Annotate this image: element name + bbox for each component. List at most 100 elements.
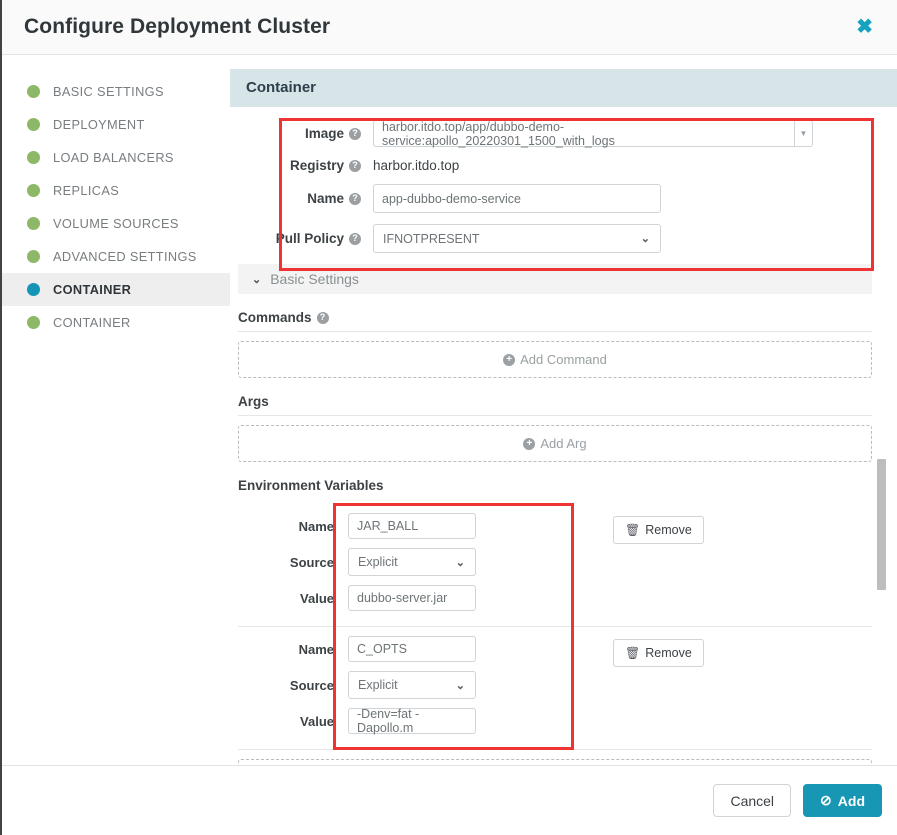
chevron-down-icon: ⌄: [455, 556, 465, 569]
env-name-input[interactable]: JAR_BALL: [348, 513, 476, 539]
status-dot-icon: [27, 316, 40, 329]
env-value-row: Value dubbo-server.jar: [238, 585, 568, 611]
status-dot-icon: [27, 85, 40, 98]
image-settings-group: Image ? harbor.itdo.top/app/dubbo-demo-s…: [238, 107, 872, 253]
add-env-var-button[interactable]: [238, 759, 872, 765]
status-dot-icon: [27, 118, 40, 131]
env-name-label: Name: [298, 518, 334, 534]
status-dot-icon: [27, 250, 40, 263]
registry-row: Registry ? harbor.itdo.top: [238, 158, 872, 173]
close-icon[interactable]: ✖: [850, 15, 879, 39]
plus-icon: +: [503, 353, 516, 366]
env-name-label: Name: [298, 641, 334, 657]
env-source-row: Source Explicit ⌄: [238, 548, 568, 576]
env-value-label: Value: [300, 713, 334, 729]
pull-policy-select[interactable]: IFNOTPRESENT ⌄: [373, 224, 661, 253]
remove-env-var-button[interactable]: 🗑 Remove: [613, 516, 704, 544]
configure-deployment-cluster-dialog: Configure Deployment Cluster ✖ BASIC SET…: [0, 0, 897, 835]
pull-policy-label: Pull Policy ?: [238, 231, 373, 246]
image-input-group: harbor.itdo.top/app/dubbo-demo-service:a…: [373, 120, 813, 148]
add-button[interactable]: ⊘ Add: [803, 784, 882, 817]
content-scrollbar-track[interactable]: [877, 55, 886, 765]
add-arg-button[interactable]: + Add Arg: [238, 425, 872, 462]
env-var-fields: Name C_OPTS Source Explicit ⌄ Value -Den…: [238, 636, 568, 743]
env-name-input[interactable]: C_OPTS: [348, 636, 476, 662]
pull-policy-row: Pull Policy ? IFNOTPRESENT ⌄: [238, 224, 872, 253]
chevron-down-icon: ⌄: [640, 233, 650, 245]
trash-icon: 🗑: [625, 523, 641, 537]
sidebar-item-container-active[interactable]: CONTAINER: [2, 273, 230, 306]
env-source-label: Source: [289, 554, 334, 570]
registry-value: harbor.itdo.top: [373, 158, 460, 173]
env-value-input[interactable]: dubbo-server.jar: [348, 585, 476, 611]
dialog-body: BASIC SETTINGS DEPLOYMENT LOAD BALANCERS…: [2, 55, 897, 765]
args-heading: Args: [238, 378, 872, 416]
cancel-button[interactable]: Cancel: [713, 784, 792, 817]
env-source-value: Explicit: [358, 555, 398, 569]
sidebar-item-replicas[interactable]: REPLICAS: [2, 174, 230, 207]
sidebar-item-label: REPLICAS: [53, 183, 120, 198]
panel-content: Image ? harbor.itdo.top/app/dubbo-demo-s…: [230, 107, 897, 765]
container-panel: Container Image ? harbor.itdo.top/app/du…: [230, 55, 897, 765]
sidebar-item-label: CONTAINER: [53, 282, 132, 297]
env-source-row: Source Explicit ⌄: [238, 671, 568, 699]
basic-settings-label: Basic Settings: [270, 271, 359, 287]
remove-env-var-button[interactable]: 🗑 Remove: [613, 639, 704, 667]
sidebar-item-label: VOLUME SOURCES: [53, 216, 179, 231]
sidebar-item-label: LOAD BALANCERS: [53, 150, 174, 165]
chevron-down-icon: ⌄: [455, 679, 465, 692]
sidebar: BASIC SETTINGS DEPLOYMENT LOAD BALANCERS…: [2, 55, 230, 765]
env-name-row: Name JAR_BALL: [238, 513, 568, 539]
sidebar-item-basic-settings[interactable]: BASIC SETTINGS: [2, 75, 230, 108]
add-command-button[interactable]: + Add Command: [238, 341, 872, 378]
chevron-down-icon[interactable]: ▼: [794, 120, 813, 147]
status-dot-icon: [27, 151, 40, 164]
chevron-down-icon: ⌄: [252, 273, 262, 286]
name-row: Name ? app-dubbo-demo-service: [238, 184, 872, 213]
env-source-select[interactable]: Explicit ⌄: [348, 671, 476, 699]
plus-icon: +: [523, 437, 536, 450]
env-source-select[interactable]: Explicit ⌄: [348, 548, 476, 576]
env-name-row: Name C_OPTS: [238, 636, 568, 662]
help-icon[interactable]: ?: [349, 159, 361, 172]
status-dot-icon: [27, 217, 40, 230]
content-scrollbar-thumb[interactable]: [877, 459, 886, 590]
env-source-label: Source: [289, 677, 334, 693]
image-row: Image ? harbor.itdo.top/app/dubbo-demo-s…: [238, 120, 872, 148]
help-icon[interactable]: ?: [316, 311, 329, 324]
status-dot-icon: [27, 283, 40, 296]
env-var-row: Name C_OPTS Source Explicit ⌄ Value -Den…: [238, 627, 872, 750]
add-command-label: Add Command: [520, 352, 607, 367]
dialog-footer: Cancel ⊘ Add: [2, 765, 897, 835]
help-icon[interactable]: ?: [349, 127, 361, 140]
status-dot-icon: [27, 184, 40, 197]
sidebar-item-deployment[interactable]: DEPLOYMENT: [2, 108, 230, 141]
env-value-row: Value -Denv=fat -Dapollo.m: [238, 707, 568, 735]
sidebar-item-load-balancers[interactable]: LOAD BALANCERS: [2, 141, 230, 174]
env-value-label: Value: [300, 590, 334, 606]
image-input[interactable]: harbor.itdo.top/app/dubbo-demo-service:a…: [373, 120, 794, 148]
pull-policy-value: IFNOTPRESENT: [383, 231, 480, 246]
sidebar-item-container-2[interactable]: CONTAINER: [2, 306, 230, 339]
check-circle-icon: ⊘: [820, 792, 832, 808]
env-var-row: Name JAR_BALL Source Explicit ⌄ Value du…: [238, 504, 872, 627]
page-title: Configure Deployment Cluster: [24, 15, 331, 38]
name-input[interactable]: app-dubbo-demo-service: [373, 184, 661, 213]
sidebar-item-advanced-settings[interactable]: ADVANCED SETTINGS: [2, 240, 230, 273]
env-value-input[interactable]: -Denv=fat -Dapollo.m: [348, 707, 476, 735]
env-var-fields: Name JAR_BALL Source Explicit ⌄ Value du…: [238, 513, 568, 620]
help-icon[interactable]: ?: [349, 232, 361, 245]
sidebar-item-label: BASIC SETTINGS: [53, 84, 164, 99]
basic-settings-collapse[interactable]: ⌄ Basic Settings: [238, 264, 872, 294]
add-button-label: Add: [837, 792, 865, 809]
sidebar-item-label: ADVANCED SETTINGS: [53, 249, 197, 264]
registry-label: Registry ?: [238, 158, 373, 173]
sidebar-item-volume-sources[interactable]: VOLUME SOURCES: [2, 207, 230, 240]
env-source-value: Explicit: [358, 678, 398, 692]
trash-icon: 🗑: [625, 646, 641, 660]
remove-label: Remove: [645, 523, 692, 537]
help-icon[interactable]: ?: [349, 192, 361, 205]
sidebar-item-label: DEPLOYMENT: [53, 117, 145, 132]
add-arg-label: Add Arg: [540, 436, 587, 451]
environment-variables-heading: Environment Variables: [238, 478, 384, 493]
